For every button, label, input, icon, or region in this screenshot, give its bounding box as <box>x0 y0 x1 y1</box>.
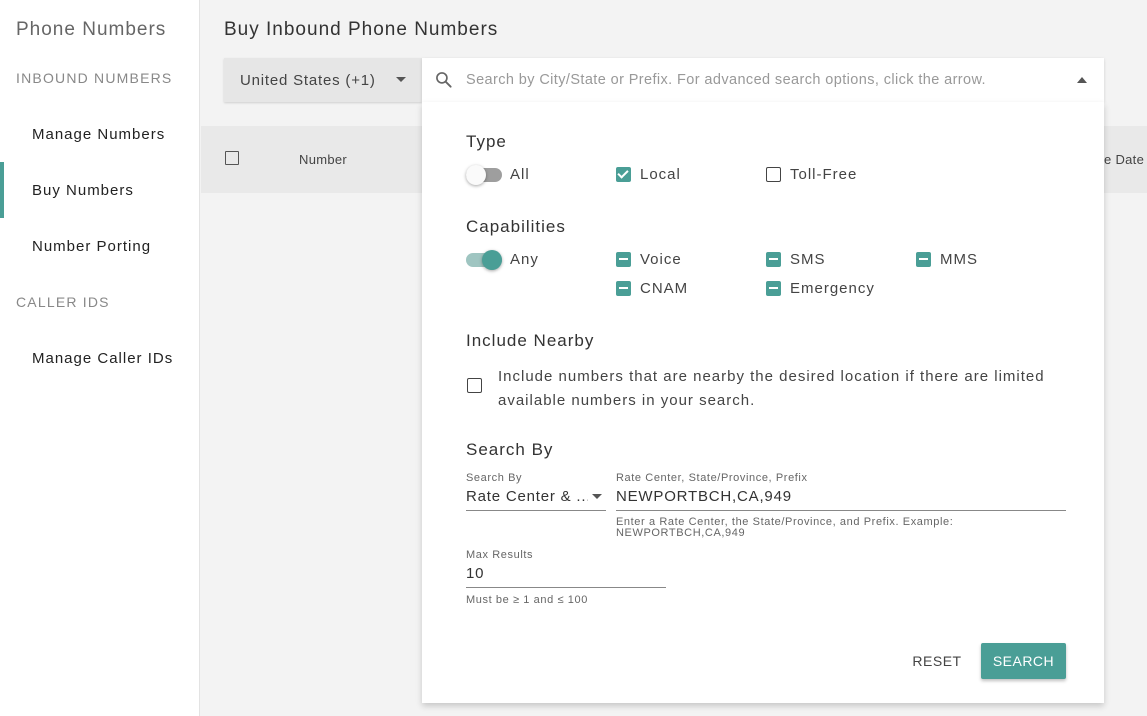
search-by-heading: Search By <box>466 440 554 459</box>
mms-checkbox[interactable] <box>916 252 931 267</box>
sidebar-item-number-porting[interactable]: Number Porting <box>0 218 200 274</box>
type-all-toggle[interactable] <box>466 165 502 185</box>
column-header-date[interactable]: e Date <box>1104 152 1144 167</box>
toggle-knob <box>482 250 502 270</box>
chevron-down-icon[interactable] <box>592 494 602 499</box>
app-title: Phone Numbers <box>16 19 167 40</box>
type-heading: Type <box>466 132 507 151</box>
sms-checkbox[interactable] <box>766 252 781 267</box>
cnam-label: CNAM <box>640 280 689 297</box>
any-label: Any <box>510 251 539 268</box>
country-select[interactable]: United States (+1) <box>224 58 422 102</box>
select-all-checkbox[interactable] <box>225 151 239 165</box>
reset-button[interactable]: RESET <box>907 643 967 679</box>
search-by-underline <box>466 510 606 511</box>
mms-label: MMS <box>940 251 978 268</box>
voice-label: Voice <box>640 251 682 268</box>
toll-free-checkbox[interactable] <box>766 167 781 182</box>
search-bar <box>422 58 1104 102</box>
sidebar-item-manage-numbers[interactable]: Manage Numbers <box>0 106 200 162</box>
local-checkbox[interactable] <box>616 167 631 182</box>
search-button[interactable]: SEARCH <box>981 643 1066 679</box>
toll-free-label: Toll-Free <box>790 166 858 183</box>
include-nearby-heading: Include Nearby <box>466 331 595 350</box>
capabilities-heading: Capabilities <box>466 217 566 236</box>
rate-center-hint: Enter a Rate Center, the State/Province,… <box>616 517 953 539</box>
include-nearby-line-1: Include numbers that are nearby the desi… <box>498 368 1045 385</box>
rate-center-field-label: Rate Center, State/Province, Prefix <box>616 472 808 484</box>
search-by-select[interactable]: Rate Center & ... <box>466 488 588 505</box>
search-icon <box>436 72 452 88</box>
local-label: Local <box>640 166 681 183</box>
toggle-knob <box>466 165 486 185</box>
max-results-underline <box>466 587 666 588</box>
include-nearby-description: Include numbers that are nearby the desi… <box>498 365 1045 413</box>
max-results-label: Max Results <box>466 549 534 561</box>
max-results-hint: Must be ≥ 1 and ≤ 100 <box>466 594 588 606</box>
rate-center-input[interactable]: NEWPORTBCH,CA,949 <box>616 488 792 505</box>
sidebar-item-manage-caller-ids[interactable]: Manage Caller IDs <box>0 330 200 386</box>
type-all-label: All <box>510 166 530 183</box>
section-label-caller-ids: CALLER IDS <box>16 294 110 310</box>
chevron-down-icon <box>396 77 406 82</box>
column-header-number[interactable]: Number <box>299 152 347 167</box>
emergency-label: Emergency <box>790 280 875 297</box>
search-input[interactable] <box>466 58 1046 102</box>
search-by-select-label: Search By <box>466 472 523 484</box>
advanced-search-panel: Type All Local Toll-Free Capabilities An… <box>422 102 1104 703</box>
sidebar-item-buy-numbers[interactable]: Buy Numbers <box>0 162 200 218</box>
voice-checkbox[interactable] <box>616 252 631 267</box>
include-nearby-line-2: available numbers in your search. <box>498 392 756 409</box>
country-select-value: United States (+1) <box>240 71 376 89</box>
emergency-checkbox[interactable] <box>766 281 781 296</box>
collapse-arrow-icon[interactable] <box>1077 77 1087 83</box>
sidebar: Phone Numbers INBOUND NUMBERS Manage Num… <box>0 0 200 716</box>
include-nearby-checkbox[interactable] <box>467 378 482 393</box>
capabilities-any-toggle[interactable] <box>466 250 502 270</box>
page-title: Buy Inbound Phone Numbers <box>224 19 499 40</box>
max-results-input[interactable]: 10 <box>466 565 484 582</box>
section-label-inbound: INBOUND NUMBERS <box>16 70 173 86</box>
sms-label: SMS <box>790 251 826 268</box>
rate-center-underline <box>616 510 1066 511</box>
cnam-checkbox[interactable] <box>616 281 631 296</box>
rate-center-hint-line-2: NEWPORTBCH,CA,949 <box>616 527 746 539</box>
